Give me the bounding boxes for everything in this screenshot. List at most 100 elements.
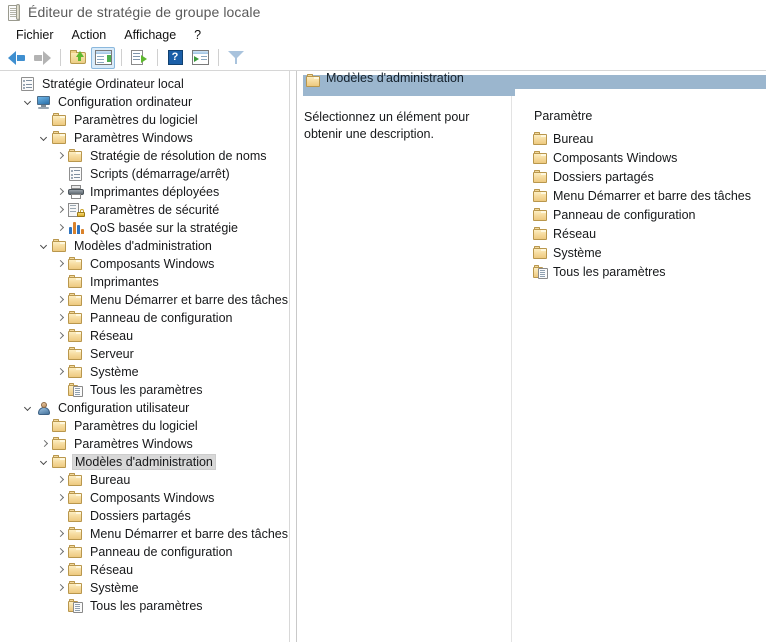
chevron-down-icon[interactable] [38, 132, 51, 145]
chevron-right-icon[interactable] [54, 564, 67, 577]
tree-node[interactable]: Composants Windows [0, 255, 289, 273]
filter-button[interactable] [224, 47, 248, 69]
chevron-down-icon[interactable] [22, 402, 35, 415]
tree-node[interactable]: Menu Démarrer et barre des tâches [0, 525, 289, 543]
help-button[interactable]: ? [163, 47, 187, 69]
settings-list-item[interactable]: Système [512, 243, 766, 262]
show-action-pane-button[interactable] [188, 47, 212, 69]
folder-icon [52, 113, 68, 127]
folder-icon [68, 527, 84, 541]
tree-node[interactable]: Réseau [0, 561, 289, 579]
tree-node[interactable]: Panneau de configuration [0, 543, 289, 561]
chevron-right-icon[interactable] [54, 366, 67, 379]
tree-node-selected[interactable]: Modèles d'administration [0, 453, 289, 471]
details-body: Sélectionnez un élément pour obtenir une… [297, 96, 766, 642]
script-icon [68, 167, 84, 181]
chevron-right-icon[interactable] [54, 150, 67, 163]
tree-node-label: Scripts (démarrage/arrêt) [88, 166, 233, 182]
tree-spacer [54, 384, 67, 397]
tree-node[interactable]: Scripts (démarrage/arrêt) [0, 165, 289, 183]
tree-node[interactable]: Modèles d'administration [0, 237, 289, 255]
tree-node[interactable]: Configuration ordinateur [0, 93, 289, 111]
forward-arrow-icon [33, 51, 51, 65]
chevron-right-icon[interactable] [54, 186, 67, 199]
back-arrow-icon [8, 51, 26, 65]
chevron-right-icon[interactable] [54, 312, 67, 325]
chevron-right-icon[interactable] [54, 258, 67, 271]
chevron-right-icon[interactable] [54, 474, 67, 487]
tree-node[interactable]: Bureau [0, 471, 289, 489]
tree-node[interactable]: Paramètres de sécurité [0, 201, 289, 219]
all-settings-icon [68, 599, 84, 613]
settings-list-item[interactable]: Réseau [512, 224, 766, 243]
chevron-right-icon[interactable] [54, 330, 67, 343]
tree-node[interactable]: Paramètres Windows [0, 129, 289, 147]
tree-node[interactable]: QoS basée sur la stratégie [0, 219, 289, 237]
tree-node-label: Paramètres du logiciel [72, 418, 201, 434]
chevron-down-icon[interactable] [38, 456, 51, 469]
tree-node[interactable]: Tous les paramètres [0, 597, 289, 615]
tree-node[interactable]: Système [0, 363, 289, 381]
tree-node[interactable]: Configuration utilisateur [0, 399, 289, 417]
chevron-right-icon[interactable] [54, 204, 67, 217]
toolbar-separator [121, 49, 122, 66]
forward-button[interactable] [30, 47, 54, 69]
folder-icon [52, 437, 68, 451]
tree-node[interactable]: Réseau [0, 327, 289, 345]
settings-list-item[interactable]: Bureau [512, 129, 766, 148]
folder-icon [68, 257, 84, 271]
tree-node[interactable]: Serveur [0, 345, 289, 363]
policy-scroll-icon [20, 77, 36, 91]
menu-affichage[interactable]: Affichage [115, 26, 185, 44]
tree-node[interactable]: Menu Démarrer et barre des tâches [0, 291, 289, 309]
folder-icon [533, 189, 549, 203]
show-hide-console-tree-button[interactable] [91, 47, 115, 69]
chevron-right-icon[interactable] [54, 294, 67, 307]
chevron-down-icon[interactable] [22, 96, 35, 109]
settings-list-item-label: Dossiers partagés [553, 170, 654, 184]
qos-bars-icon [68, 221, 84, 235]
chevron-right-icon[interactable] [54, 492, 67, 505]
chevron-down-icon[interactable] [38, 240, 51, 253]
tree-node[interactable]: Composants Windows [0, 489, 289, 507]
tree-node[interactable]: Système [0, 579, 289, 597]
folder-icon [68, 347, 84, 361]
settings-list-item-label: Réseau [553, 227, 596, 241]
folder-icon [533, 227, 549, 241]
tree-node[interactable]: Tous les paramètres [0, 381, 289, 399]
menu-action[interactable]: Action [63, 26, 116, 44]
chevron-right-icon[interactable] [54, 582, 67, 595]
console-tree-icon [95, 50, 112, 65]
chevron-right-icon[interactable] [54, 546, 67, 559]
tree-node[interactable]: Imprimantes déployées [0, 183, 289, 201]
tree-node[interactable]: Paramètres Windows [0, 435, 289, 453]
settings-list-item[interactable]: Dossiers partagés [512, 167, 766, 186]
chevron-right-icon[interactable] [38, 438, 51, 451]
settings-list-item[interactable]: Panneau de configuration [512, 205, 766, 224]
tree-node[interactable]: Dossiers partagés [0, 507, 289, 525]
folder-icon [68, 581, 84, 595]
settings-list-item[interactable]: Composants Windows [512, 148, 766, 167]
chevron-right-icon[interactable] [54, 222, 67, 235]
chevron-right-icon[interactable] [54, 528, 67, 541]
tree-node[interactable]: Paramètres du logiciel [0, 417, 289, 435]
tree-spacer [54, 600, 67, 613]
folder-icon [68, 311, 84, 325]
folder-icon [533, 170, 549, 184]
toolbar-separator [218, 49, 219, 66]
tree-node[interactable]: Stratégie de résolution de noms [0, 147, 289, 165]
export-list-button[interactable] [127, 47, 151, 69]
settings-list-item[interactable]: Tous les paramètres [512, 262, 766, 281]
tree-node[interactable]: Panneau de configuration [0, 309, 289, 327]
tree-node[interactable]: Stratégie Ordinateur local [0, 75, 289, 93]
menu-fichier[interactable]: Fichier [7, 26, 63, 44]
tree-node-label: Configuration ordinateur [56, 94, 195, 110]
settings-list-item[interactable]: Menu Démarrer et barre des tâches [512, 186, 766, 205]
tree-node[interactable]: Paramètres du logiciel [0, 111, 289, 129]
back-button[interactable] [5, 47, 29, 69]
tree-node[interactable]: Imprimantes [0, 273, 289, 291]
column-header-parametre[interactable]: Paramètre [512, 109, 766, 123]
up-one-level-button[interactable] [66, 47, 90, 69]
pane-splitter[interactable] [290, 71, 297, 642]
menu-aide[interactable]: ? [185, 26, 210, 44]
